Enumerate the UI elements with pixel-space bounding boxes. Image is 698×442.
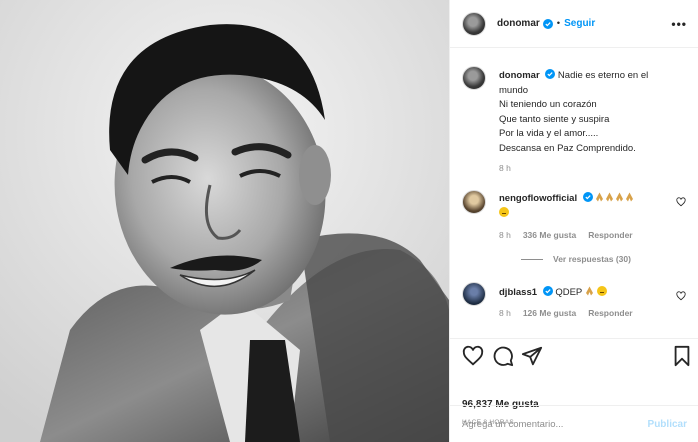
caption-avatar[interactable] xyxy=(462,66,486,90)
share-icon[interactable] xyxy=(521,345,543,367)
comment-composer: Publicar xyxy=(450,405,698,442)
praying-hands-icon xyxy=(606,192,614,202)
comment-author[interactable]: nengoflowofficial xyxy=(499,193,577,204)
view-replies-button[interactable]: Ver respuestas (30) xyxy=(521,254,631,264)
comment-author[interactable]: djblass1 xyxy=(499,287,537,298)
more-options-icon[interactable]: ••• xyxy=(671,17,687,31)
author-avatar[interactable] xyxy=(462,11,486,36)
post-photo[interactable] xyxy=(0,0,449,442)
follow-button[interactable]: Seguir xyxy=(564,18,595,29)
comment-icon[interactable] xyxy=(492,345,514,367)
bookmark-icon[interactable] xyxy=(672,345,692,367)
heart-icon[interactable] xyxy=(462,345,484,367)
comment-likes[interactable]: 336 Me gusta xyxy=(523,230,576,240)
comment-avatar[interactable] xyxy=(462,282,486,306)
praying-hands-icon xyxy=(585,286,593,296)
comment-text-block: nengoflowofficial xyxy=(499,192,669,221)
comments-list[interactable]: donomar Nadie es eterno en el mundo Ni t… xyxy=(450,48,698,338)
caption-author[interactable]: donomar xyxy=(499,70,540,81)
comment-input[interactable] xyxy=(462,418,642,430)
separator-dot: • xyxy=(556,18,561,29)
praying-hands-icon xyxy=(626,192,634,202)
praying-hands-icon xyxy=(616,192,624,202)
comment-likes[interactable]: 126 Me gusta xyxy=(523,308,576,318)
caption-text-block: donomar Nadie es eterno en el mundo Ni t… xyxy=(499,69,669,156)
publish-button[interactable]: Publicar xyxy=(648,419,687,430)
comment-item: djblass1 QDEP 8 h 126 Me gusta Responder xyxy=(462,282,692,332)
comment-like-heart-icon[interactable] xyxy=(676,291,686,301)
comment-meta: 8 h 126 Me gusta Responder xyxy=(499,308,633,318)
reply-button[interactable]: Responder xyxy=(588,308,632,318)
verified-badge-icon xyxy=(545,69,556,79)
verified-badge-icon xyxy=(542,18,553,29)
comment-body: QDEP xyxy=(555,287,583,298)
replies-divider xyxy=(521,258,543,260)
verified-badge-icon xyxy=(542,286,553,296)
caption-time: 8 h xyxy=(499,163,511,173)
comment-time: 8 h xyxy=(499,308,511,318)
portrait-image xyxy=(0,0,449,442)
smiley-emoji-icon xyxy=(499,206,509,217)
action-icons xyxy=(462,345,692,369)
caption: donomar Nadie es eterno en el mundo Ni t… xyxy=(462,66,692,186)
post-header: donomar • Seguir ••• xyxy=(450,0,698,48)
reply-button[interactable]: Responder xyxy=(588,230,632,240)
comment-meta: 8 h 336 Me gusta Responder xyxy=(499,230,633,240)
caption-body: Nadie es eterno en el mundo Ni teniendo … xyxy=(499,70,649,154)
author-username[interactable]: donomar xyxy=(497,18,540,29)
comment-like-heart-icon[interactable] xyxy=(676,197,686,207)
comment-text-block: djblass1 QDEP xyxy=(499,286,669,301)
view-replies-label[interactable]: Ver respuestas (30) xyxy=(553,254,631,264)
praying-hands-icon xyxy=(596,192,604,202)
post-sidebar: donomar • Seguir ••• donomar Nadie es et… xyxy=(449,0,698,442)
comment-time: 8 h xyxy=(499,230,511,240)
verified-badge-icon xyxy=(582,192,593,202)
comment-avatar[interactable] xyxy=(462,190,486,214)
smiley-emoji-icon xyxy=(597,286,608,296)
